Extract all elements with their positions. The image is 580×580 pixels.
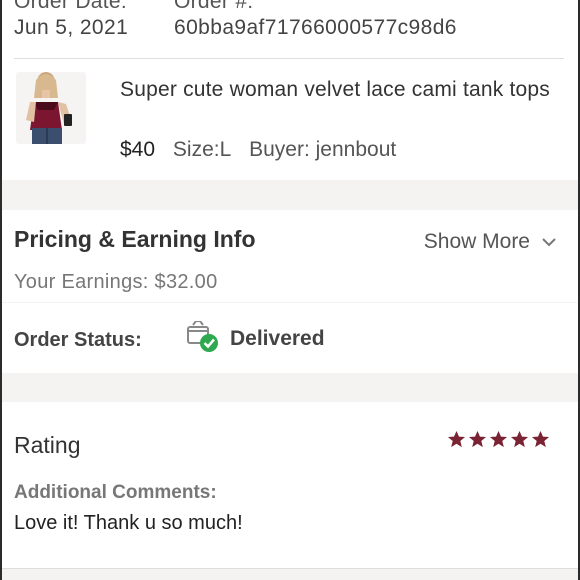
rating-title: Rating xyxy=(14,432,81,458)
show-more-button[interactable]: Show More xyxy=(424,230,556,254)
delivered-box-icon xyxy=(187,321,218,352)
earnings: Your Earnings: $32.00 xyxy=(14,271,218,293)
order-date-label: Order Date: xyxy=(14,0,128,13)
rating-stars xyxy=(447,430,550,449)
product-title[interactable]: Super cute woman velvet lace cami tank t… xyxy=(120,74,560,105)
divider xyxy=(14,58,564,59)
order-date-value: Jun 5, 2021 xyxy=(14,16,129,39)
chevron-down-icon xyxy=(542,238,556,247)
comments-label: Additional Comments: xyxy=(14,482,217,503)
price: $40 xyxy=(120,138,156,161)
order-status-card: Order Status: Delivered xyxy=(2,303,578,373)
order-number-value[interactable]: 60bba9af71766000577c98d6 xyxy=(174,16,457,40)
pricing-title: Pricing & Earning Info xyxy=(14,226,256,252)
product-thumbnail[interactable] xyxy=(16,72,86,144)
buyer[interactable]: Buyer: jennbout xyxy=(249,138,396,161)
order-number-label: Order #: xyxy=(174,0,254,13)
show-more-label: Show More xyxy=(423,230,530,253)
product-image xyxy=(16,72,86,144)
star-icon xyxy=(510,430,529,448)
order-status-value: Delivered xyxy=(230,327,325,350)
star-icon xyxy=(531,430,550,448)
pricing-card: Pricing & Earning Info Show More Your Ea… xyxy=(2,210,578,302)
rating-card: Rating Additional Comments: Love it! Tha… xyxy=(2,402,578,568)
size: Size:L xyxy=(172,138,232,161)
star-icon xyxy=(447,430,466,448)
order-status-label: Order Status: xyxy=(14,329,142,351)
price-row: $40 Size:L Buyer: jennbout xyxy=(120,138,396,162)
divider xyxy=(2,568,578,569)
star-icon xyxy=(468,430,487,448)
star-icon xyxy=(489,430,508,448)
order-details-card: Order Date: Order #: Jun 5, 2021 60bba9a… xyxy=(2,0,578,180)
comments-text: Love it! Thank u so much! xyxy=(14,512,243,534)
